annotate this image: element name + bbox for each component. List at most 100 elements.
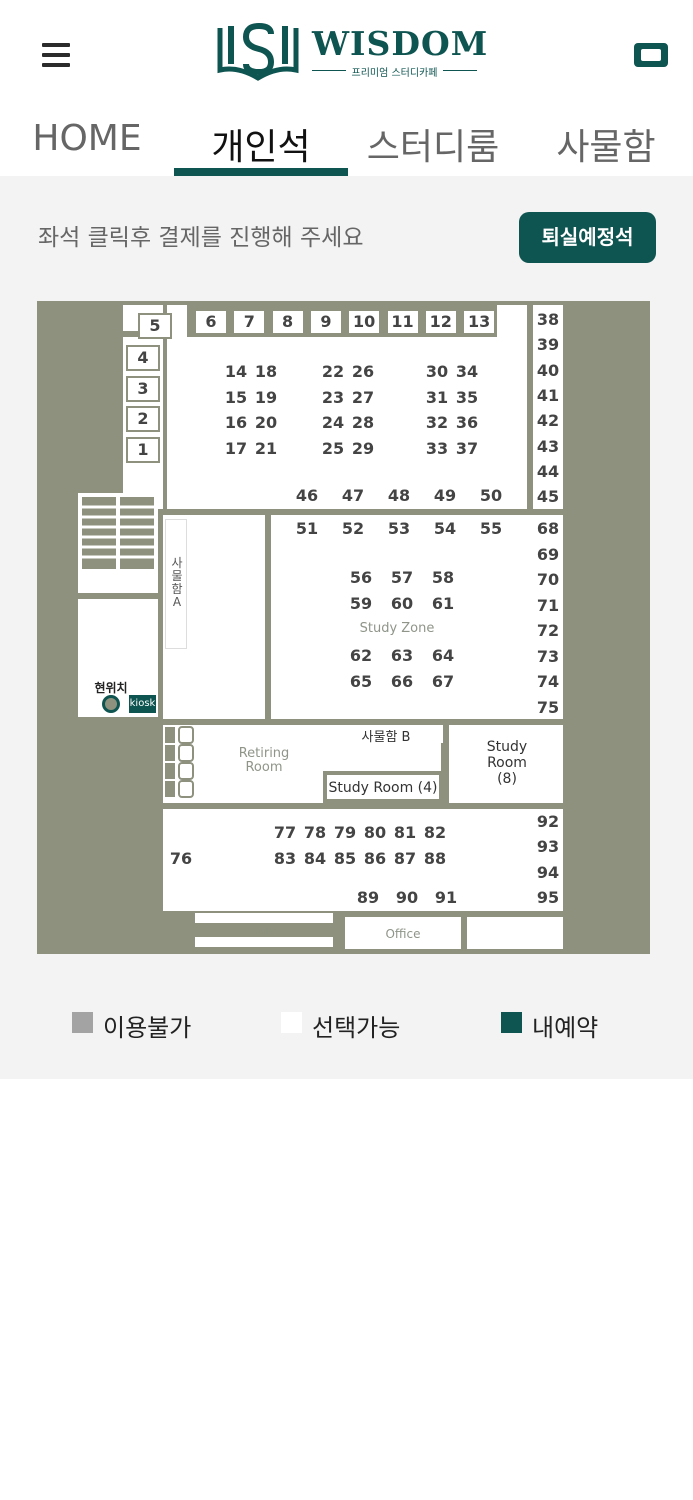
seat-25[interactable]: 25 [319, 437, 347, 460]
seat-21[interactable]: 21 [252, 437, 280, 460]
seat-89[interactable]: 89 [354, 887, 382, 909]
seat-79[interactable]: 79 [331, 822, 359, 844]
seat-23[interactable]: 23 [319, 386, 347, 409]
seat-26[interactable]: 26 [349, 361, 377, 383]
seat-68[interactable]: 68 [534, 518, 562, 540]
study-room-8-label[interactable]: Study Room (8) [477, 739, 537, 787]
seat-61[interactable]: 61 [429, 593, 457, 615]
seat-76[interactable]: 76 [167, 848, 195, 870]
tab-study-room[interactable]: 스터디룸 [348, 118, 518, 176]
seat-20[interactable]: 20 [252, 412, 280, 434]
seat-7[interactable]: 7 [232, 309, 267, 335]
seat-63[interactable]: 63 [388, 645, 416, 667]
seat-83[interactable]: 83 [271, 848, 299, 870]
seat-94[interactable]: 94 [534, 861, 562, 884]
seat-13[interactable]: 13 [462, 309, 497, 335]
seat-49[interactable]: 49 [431, 485, 459, 507]
seat-65[interactable]: 65 [347, 671, 375, 693]
seat-85[interactable]: 85 [331, 848, 359, 870]
seat-57[interactable]: 57 [388, 567, 416, 589]
seat-95[interactable]: 95 [534, 886, 562, 909]
tab-home[interactable]: HOME [14, 118, 160, 176]
seat-35[interactable]: 35 [453, 386, 481, 409]
seat-24[interactable]: 24 [319, 412, 347, 434]
seat-41[interactable]: 41 [534, 384, 562, 407]
seat-4[interactable]: 4 [126, 345, 160, 371]
seat-72[interactable]: 72 [534, 620, 562, 642]
seat-51[interactable]: 51 [293, 518, 321, 540]
seat-64[interactable]: 64 [429, 645, 457, 667]
seat-18[interactable]: 18 [252, 361, 280, 383]
seat-62[interactable]: 62 [347, 645, 375, 667]
seat-9[interactable]: 9 [308, 309, 343, 335]
seat-48[interactable]: 48 [385, 485, 413, 507]
seat-90[interactable]: 90 [393, 887, 421, 909]
seat-93[interactable]: 93 [534, 836, 562, 859]
seat-1[interactable]: 1 [126, 437, 160, 463]
seat-31[interactable]: 31 [423, 386, 451, 409]
checkout-scheduled-seat-button[interactable]: 퇴실예정석 [519, 212, 656, 263]
hamburger-menu-icon[interactable] [42, 43, 70, 67]
seat-14[interactable]: 14 [222, 361, 250, 383]
seat-28[interactable]: 28 [349, 412, 377, 434]
seat-5[interactable]: 5 [138, 313, 172, 339]
seat-17[interactable]: 17 [222, 437, 250, 460]
seat-27[interactable]: 27 [349, 386, 377, 409]
seat-46[interactable]: 46 [293, 485, 321, 507]
seat-53[interactable]: 53 [385, 518, 413, 540]
seat-78[interactable]: 78 [301, 822, 329, 844]
seat-77[interactable]: 77 [271, 822, 299, 844]
seat-34[interactable]: 34 [453, 361, 481, 383]
seat-52[interactable]: 52 [339, 518, 367, 540]
seat-16[interactable]: 16 [222, 412, 250, 434]
seat-92[interactable]: 92 [534, 811, 562, 833]
seat-80[interactable]: 80 [361, 822, 389, 844]
seat-37[interactable]: 37 [453, 437, 481, 460]
seat-6[interactable]: 6 [194, 309, 228, 335]
seat-54[interactable]: 54 [431, 518, 459, 540]
seat-59[interactable]: 59 [347, 593, 375, 615]
seat-42[interactable]: 42 [534, 410, 562, 433]
seat-40[interactable]: 40 [534, 359, 562, 382]
tab-locker[interactable]: 사물함 [526, 118, 686, 176]
seat-69[interactable]: 69 [534, 543, 562, 566]
seat-73[interactable]: 73 [534, 645, 562, 668]
ticket-icon[interactable] [634, 43, 668, 67]
seat-87[interactable]: 87 [391, 848, 419, 870]
seat-43[interactable]: 43 [534, 435, 562, 458]
seat-58[interactable]: 58 [429, 567, 457, 589]
seat-60[interactable]: 60 [388, 593, 416, 615]
seat-88[interactable]: 88 [421, 848, 449, 870]
seat-36[interactable]: 36 [453, 412, 481, 434]
seat-3[interactable]: 3 [126, 376, 160, 402]
seat-45[interactable]: 45 [534, 486, 562, 509]
seat-10[interactable]: 10 [347, 309, 382, 335]
seat-75[interactable]: 75 [534, 696, 562, 719]
wisdom-logo[interactable]: WISDOM 프리미엄 스터디카페 [216, 22, 487, 82]
seat-38[interactable]: 38 [534, 309, 562, 331]
seat-8[interactable]: 8 [270, 309, 305, 335]
seat-30[interactable]: 30 [423, 361, 451, 383]
seat-56[interactable]: 56 [347, 567, 375, 589]
seat-74[interactable]: 74 [534, 671, 562, 693]
seat-71[interactable]: 71 [534, 594, 562, 617]
seat-84[interactable]: 84 [301, 848, 329, 870]
seat-47[interactable]: 47 [339, 485, 367, 507]
seat-67[interactable]: 67 [429, 671, 457, 693]
seat-82[interactable]: 82 [421, 822, 449, 844]
seat-86[interactable]: 86 [361, 848, 389, 870]
seat-33[interactable]: 33 [423, 437, 451, 460]
seat-11[interactable]: 11 [385, 309, 420, 335]
seat-32[interactable]: 32 [423, 412, 451, 434]
seat-2[interactable]: 2 [126, 406, 160, 432]
seat-29[interactable]: 29 [349, 437, 377, 460]
seat-70[interactable]: 70 [534, 569, 562, 591]
seat-22[interactable]: 22 [319, 361, 347, 383]
seat-39[interactable]: 39 [534, 334, 562, 357]
seat-66[interactable]: 66 [388, 671, 416, 693]
seat-19[interactable]: 19 [252, 386, 280, 409]
seat-15[interactable]: 15 [222, 386, 250, 409]
seat-50[interactable]: 50 [477, 485, 505, 507]
seat-81[interactable]: 81 [391, 822, 419, 844]
seat-91[interactable]: 91 [432, 887, 460, 909]
